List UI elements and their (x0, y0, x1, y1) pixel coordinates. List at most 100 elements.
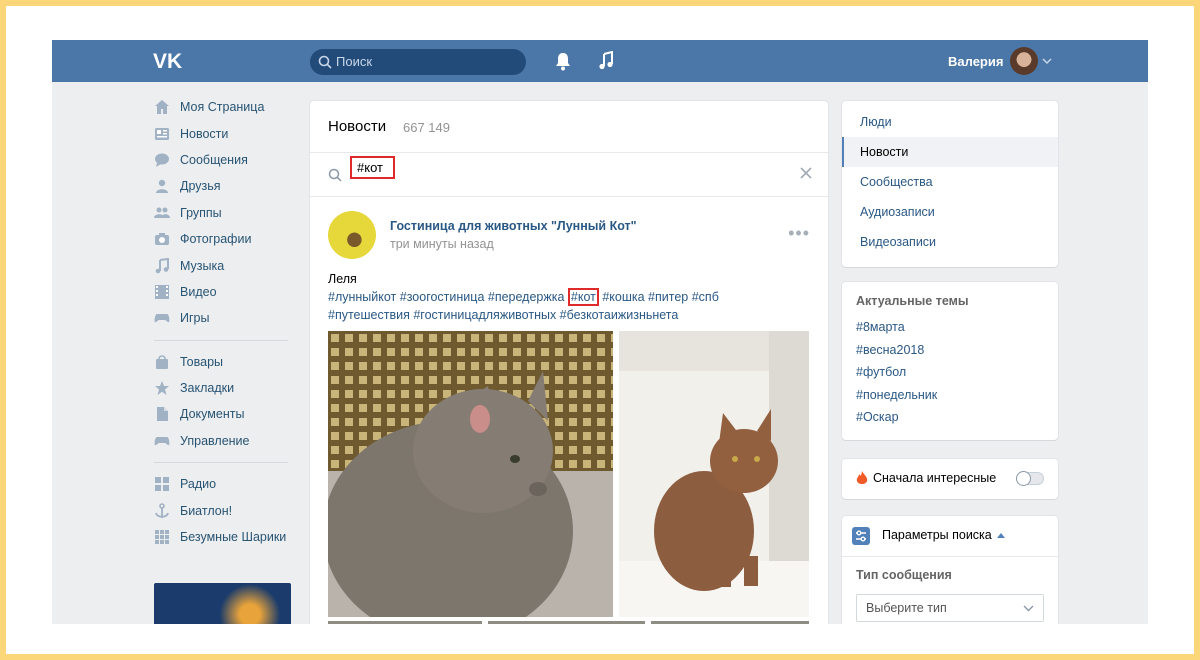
trend-item[interactable]: #футбол (856, 361, 1044, 384)
sidebar-item-label: Друзья (180, 179, 221, 194)
hashtags[interactable]: #лунныйкот #зоогостиница #передержка (328, 290, 568, 304)
trend-item[interactable]: #Оскар (856, 406, 1044, 429)
filter-news[interactable]: Новости (842, 137, 1058, 167)
post-hashtags-line-1: #лунныйкот #зоогостиница #передержка #ко… (328, 288, 818, 306)
sidebar-item-music[interactable]: Музыка (154, 252, 294, 278)
message-type-select[interactable]: Выберите тип (856, 594, 1044, 622)
gamepad-icon (154, 314, 170, 323)
user-name[interactable]: Валерия (948, 54, 1003, 69)
search-placeholder: Поиск (336, 54, 373, 69)
camera-icon (155, 233, 169, 246)
news-feed: Новости 667 149 #кот Гостиница для живот… (310, 101, 828, 624)
sidebar-item-label: Товары (180, 354, 223, 369)
results-count: 667 149 (403, 120, 450, 135)
sidebar-item-groups[interactable]: Группы (154, 200, 294, 226)
post-author-avatar[interactable] (328, 211, 376, 259)
gamepad-icon (154, 436, 170, 446)
filter-video[interactable]: Видеозаписи (842, 227, 1058, 257)
messages-icon (155, 153, 169, 167)
music-icon (155, 257, 169, 273)
header-search-input[interactable]: Поиск (310, 49, 526, 75)
screenshot-frame: VK Поиск Валерия Моя Страница Новости Со… (6, 6, 1194, 654)
sidebar-divider (154, 462, 288, 464)
star-icon (155, 381, 169, 396)
filter-people[interactable]: Люди (842, 107, 1058, 137)
post-photo-2[interactable] (619, 331, 809, 617)
home-icon (155, 100, 169, 115)
params-toggle[interactable]: Параметры поиска (882, 528, 992, 542)
sidebar-item-games[interactable]: Игры (154, 305, 294, 331)
sort-toggle[interactable] (1016, 471, 1044, 486)
post-photo-strip[interactable] (651, 621, 809, 624)
post-hashtags-line-2[interactable]: #путешествия #гостиницадляживотных #безк… (328, 306, 818, 324)
post-timestamp[interactable]: три минуты назад (390, 237, 494, 251)
trend-item[interactable]: #8марта (856, 316, 1044, 339)
divider (842, 556, 1058, 557)
sidebar-item-messages[interactable]: Сообщения (154, 147, 294, 173)
avatar[interactable] (1010, 47, 1038, 75)
film-icon (155, 284, 169, 299)
post-photo-strip[interactable] (328, 621, 482, 624)
feed-search-input[interactable]: #кот (350, 156, 395, 179)
anchor-icon (155, 502, 169, 518)
apps-icon (155, 477, 169, 492)
highlighted-hashtag[interactable]: #кот (567, 288, 599, 306)
sidebar-item-label: Группы (180, 205, 222, 220)
music-note-icon[interactable] (597, 51, 615, 71)
message-type-label: Тип сообщения (856, 568, 952, 582)
post-author-link[interactable]: Гостиница для животных "Лунный Кот" (390, 219, 637, 233)
fire-icon (856, 471, 868, 484)
post-photo-1[interactable] (328, 331, 613, 617)
search-parameters: Параметры поиска Тип сообщения Выберите … (842, 516, 1058, 624)
news-icon (155, 127, 169, 140)
filter-audio[interactable]: Аудиозаписи (842, 197, 1058, 227)
hashtags[interactable]: #кошка #питер #спб (599, 290, 719, 304)
post-photo-strip[interactable] (488, 621, 645, 624)
search-icon (328, 168, 342, 182)
sidebar-item-news[interactable]: Новости (154, 120, 294, 146)
groups-icon (154, 207, 170, 218)
top-header: VK Поиск Валерия (52, 40, 1148, 82)
sidebar-item-radio[interactable]: Радио (154, 471, 294, 497)
close-icon[interactable] (800, 167, 812, 179)
sidebar-item-video[interactable]: Видео (154, 279, 294, 305)
sidebar-item-crazy-balls[interactable]: Безумные Шарики (154, 524, 294, 550)
sidebar-item-management[interactable]: Управление (154, 428, 294, 454)
vk-logo-icon[interactable]: VK (153, 50, 187, 72)
post-text-line: Леля (328, 272, 357, 286)
sidebar-item-bookmarks[interactable]: Закладки (154, 375, 294, 401)
sidebar-item-my-page[interactable]: Моя Страница (154, 94, 294, 120)
chevron-down-icon (1023, 605, 1034, 612)
more-options-icon[interactable]: ••• (788, 223, 810, 244)
promo-banner[interactable] (154, 583, 291, 624)
filter-communities[interactable]: Сообщества (842, 167, 1058, 197)
vk-page: VK Поиск Валерия Моя Страница Новости Со… (52, 40, 1148, 624)
sidebar-item-photos[interactable]: Фотографии (154, 226, 294, 252)
bell-icon[interactable] (554, 51, 572, 71)
sidebar-item-label: Фотографии (180, 232, 252, 247)
sort-label: Сначала интересные (873, 471, 997, 485)
sidebar-item-biathlon[interactable]: Биатлон! (154, 497, 294, 523)
left-sidebar: Моя Страница Новости Сообщения Друзья Гр… (154, 94, 294, 550)
trend-item[interactable]: #понедельник (856, 384, 1044, 407)
search-section-filters: Люди Новости Сообщества Аудиозаписи Виде… (842, 101, 1058, 267)
sliders-icon (852, 527, 870, 545)
sidebar-item-label: Видео (180, 284, 217, 299)
trend-item[interactable]: #весна2018 (856, 339, 1044, 362)
svg-text:VK: VK (153, 50, 182, 72)
search-icon (318, 55, 332, 69)
sidebar-item-label: Моя Страница (180, 100, 265, 115)
sidebar-item-documents[interactable]: Документы (154, 401, 294, 427)
page-title: Новости (328, 118, 387, 135)
post-text: Леля #лунныйкот #зоогостиница #передержк… (328, 270, 818, 324)
sidebar-item-goods[interactable]: Товары (154, 349, 294, 375)
feed-search-row: #кот (310, 153, 828, 197)
bag-icon (156, 354, 168, 369)
sidebar-item-label: Биатлон! (180, 503, 233, 518)
chevron-down-icon[interactable] (1042, 57, 1052, 65)
grid-icon (155, 530, 169, 545)
sidebar-item-label: Управление (180, 433, 250, 448)
trends-title: Актуальные темы (856, 294, 969, 308)
sidebar-item-friends[interactable]: Друзья (154, 173, 294, 199)
caret-up-icon[interactable] (997, 533, 1005, 538)
